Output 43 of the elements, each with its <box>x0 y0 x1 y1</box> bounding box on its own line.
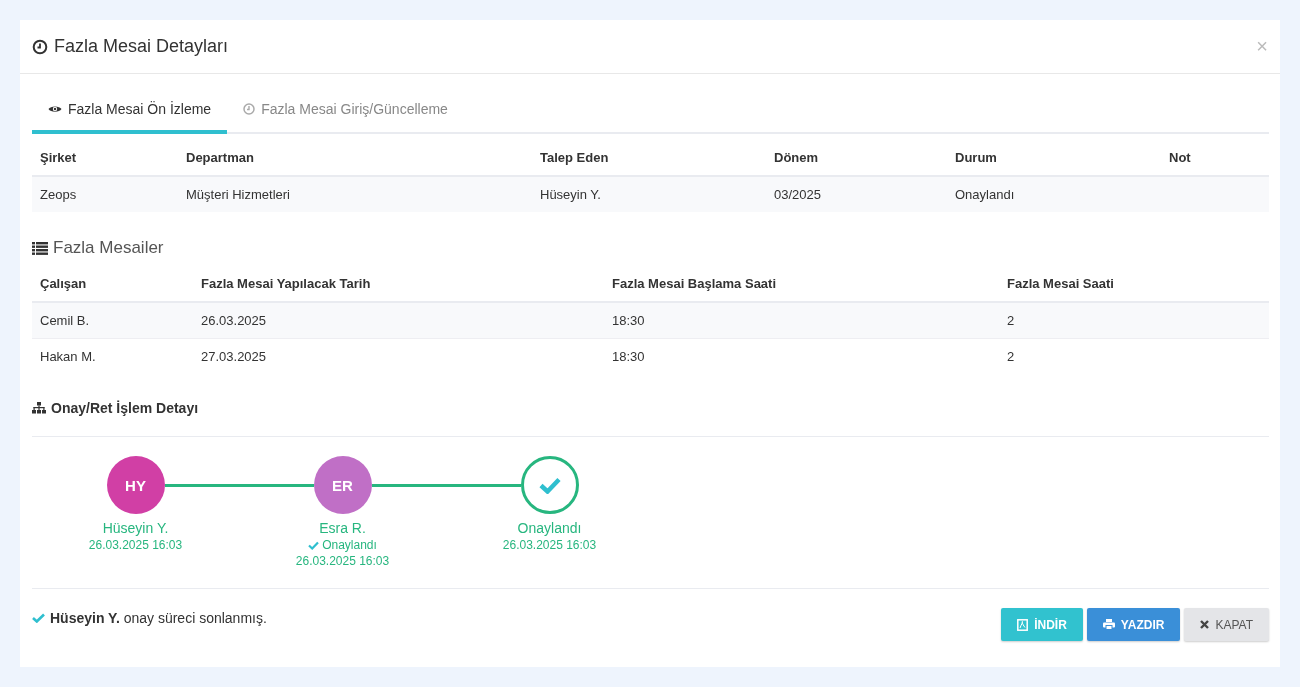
status-message: Hüseyin Y. onay süreci sonlanmış. <box>50 610 267 626</box>
section-title: Onay/Ret İşlem Detayı <box>51 400 199 416</box>
step-name: Hüseyin Y. <box>102 520 169 536</box>
step-name: Onaylandı <box>517 520 582 536</box>
table-cell: 03/2025 <box>774 187 821 202</box>
tab[interactable]: Fazla Mesai Giriş/Güncelleme <box>227 88 464 134</box>
check-icon <box>308 540 320 550</box>
close-button[interactable]: × <box>1256 35 1268 58</box>
step-datetime: 26.03.2025 16:03 <box>502 538 597 552</box>
table-cell: Hakan M. <box>40 349 96 364</box>
table-cell: 2 <box>1007 313 1015 328</box>
avatar-circle: ER <box>313 456 372 514</box>
download-button[interactable]: İNDİR <box>1001 608 1083 641</box>
modal-title: Fazla Mesai Detayları <box>54 36 230 57</box>
table-cell: 26.03.2025 <box>201 313 267 328</box>
list-icon <box>32 241 48 255</box>
check-icon <box>538 476 561 494</box>
close-button[interactable]: KAPAT <box>1184 608 1269 641</box>
table-cell: Hüseyin Y. <box>540 187 601 202</box>
table-cell: Cemil B. <box>40 313 90 328</box>
sitemap-icon <box>32 402 46 414</box>
clock-icon <box>32 38 48 55</box>
print-button[interactable]: YAZDIR <box>1086 608 1181 641</box>
table-cell: 2 <box>1007 349 1015 364</box>
pdf-file-icon <box>1017 618 1029 631</box>
eye-icon <box>48 104 62 114</box>
step-status: Onaylandı <box>322 538 377 552</box>
table-cell: 18:30 <box>612 349 645 364</box>
tab[interactable]: Fazla Mesai Ön İzleme <box>32 88 228 134</box>
close-icon <box>1200 620 1210 629</box>
table-cell: 27.03.2025 <box>201 349 267 364</box>
step-datetime: 26.03.2025 16:03 <box>295 554 390 568</box>
section-title: Fazla Mesailer <box>53 238 164 258</box>
clock-icon <box>243 103 256 115</box>
table-cell: Zeops <box>40 187 77 202</box>
table-cell: 18:30 <box>612 313 645 328</box>
step-datetime: 26.03.2025 16:03 <box>88 538 183 552</box>
step-name: Esra R. <box>319 520 366 536</box>
table-cell: Müşteri Hizmetleri <box>186 187 290 202</box>
printer-icon <box>1102 619 1115 630</box>
check-icon <box>32 613 45 623</box>
table-cell: Onaylandı <box>955 187 1015 202</box>
avatar-circle: HY <box>106 456 165 514</box>
